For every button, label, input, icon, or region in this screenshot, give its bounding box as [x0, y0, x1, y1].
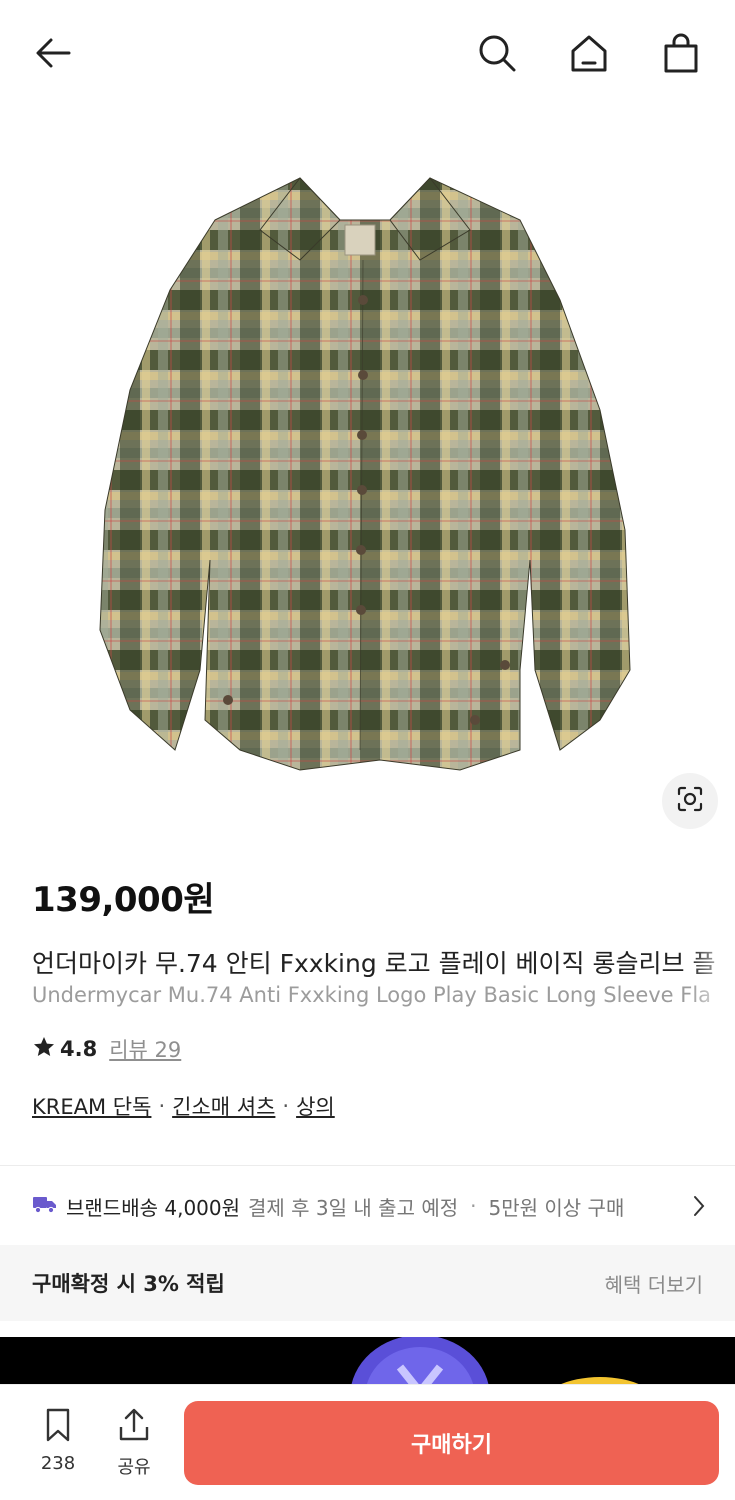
- bookmark-button[interactable]: 238: [28, 1407, 88, 1474]
- top-bar: [0, 0, 735, 110]
- delivery-info-row[interactable]: 브랜드배송 4,000원 결제 후 3일 내 출고 예정 · 5만원 이상 구매: [32, 1190, 732, 1222]
- benefit-banner: 구매확정 시 3% 적립 혜택 더보기: [0, 1245, 735, 1321]
- product-title-korean: 언더마이카 무.74 안티 Fxxking 로고 플레이 베이직 롱슬리브 플: [32, 949, 716, 978]
- bookmark-icon: [40, 1407, 76, 1447]
- share-icon: [116, 1407, 152, 1447]
- delivery-fee: 브랜드배송 4,000원: [66, 1195, 241, 1220]
- category-long-sleeve-shirt[interactable]: 긴소매 셔츠: [172, 1091, 275, 1121]
- product-image[interactable]: [0, 110, 735, 845]
- visual-search-button[interactable]: [662, 773, 718, 829]
- lens-search-icon: [675, 784, 705, 818]
- share-button[interactable]: 공유: [104, 1407, 164, 1479]
- bookmark-count: 238: [40, 1453, 76, 1474]
- review-count-link[interactable]: 리뷰 29: [109, 1034, 181, 1064]
- product-title-english: Undermycar Mu.74 Anti Fxxking Logo Play …: [32, 983, 712, 1007]
- rating-score: 4.8: [60, 1037, 98, 1061]
- title-fade-overlay: [690, 940, 735, 1015]
- chevron-right-icon[interactable]: [684, 1190, 714, 1222]
- bottom-action-bar: 238 공유 구매하기: [0, 1384, 735, 1500]
- shopping-bag-icon[interactable]: [656, 28, 706, 78]
- category-separator: ·: [282, 1094, 290, 1118]
- free-shipping-condition: 5만원 이상 구매: [488, 1195, 625, 1220]
- benefit-more-link[interactable]: 혜택 더보기: [605, 1269, 703, 1298]
- section-divider: [0, 1165, 735, 1166]
- benefit-points-label: 구매확정 시 3% 적립: [32, 1272, 225, 1296]
- delivery-separator: ·: [470, 1194, 477, 1218]
- home-icon[interactable]: [564, 28, 614, 78]
- share-label: 공유: [117, 1457, 151, 1478]
- back-arrow-icon[interactable]: [28, 28, 78, 78]
- truck-icon: [32, 1194, 58, 1219]
- rating-row: 4.8 리뷰 29: [32, 1034, 181, 1064]
- category-breadcrumb: KREAM 단독 · 긴소매 셔츠 · 상의: [32, 1091, 335, 1121]
- product-price: 139,000원: [32, 880, 215, 920]
- category-separator: ·: [158, 1094, 166, 1118]
- category-top[interactable]: 상의: [296, 1091, 335, 1121]
- search-icon[interactable]: [472, 28, 522, 78]
- buy-button[interactable]: 구매하기: [184, 1401, 719, 1485]
- delivery-schedule: 결제 후 3일 내 출고 예정: [248, 1195, 459, 1220]
- category-kream-exclusive[interactable]: KREAM 단독: [32, 1091, 151, 1121]
- star-icon: [32, 1035, 56, 1064]
